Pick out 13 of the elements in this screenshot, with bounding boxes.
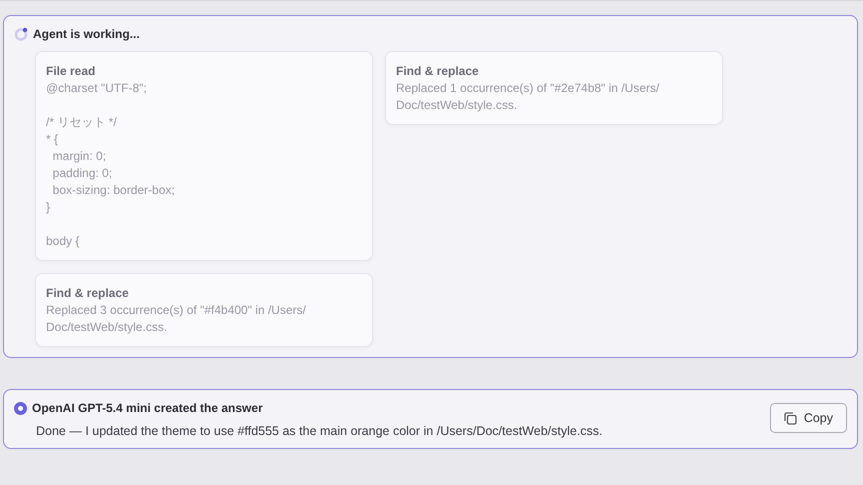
- answer-title: OpenAI GPT-5.4 mini created the answer: [32, 401, 263, 415]
- spinner-icon: [14, 27, 28, 41]
- card-title: File read: [46, 63, 96, 80]
- answer-text: Done — I updated the theme to use #ffd555 as the main orange color in /Users/Doc/testWeb/style.css.: [36, 424, 603, 438]
- card-title: Find & replace: [396, 63, 480, 80]
- card-title: Find & replace: [46, 285, 130, 302]
- radio-dot-icon: [14, 402, 27, 414]
- copy-icon: [784, 412, 797, 424]
- card-text: Replaced 3 occurrence(s) of "#f4b400" in /Users/ Doc/testWeb/style.css.: [46, 302, 307, 336]
- status-text: Agent is working...: [33, 27, 140, 41]
- card-text: Replaced 1 occurrence(s) of "#2e74b8" in /Users/ Doc/testWeb/style.css.: [396, 80, 660, 114]
- card-text: @charset "UTF-8"; /* リセット */ * { margin: 0; padding: 0; box-sizing: border-box; } body {: [46, 80, 176, 250]
- copy-button[interactable]: Copy: [770, 403, 847, 433]
